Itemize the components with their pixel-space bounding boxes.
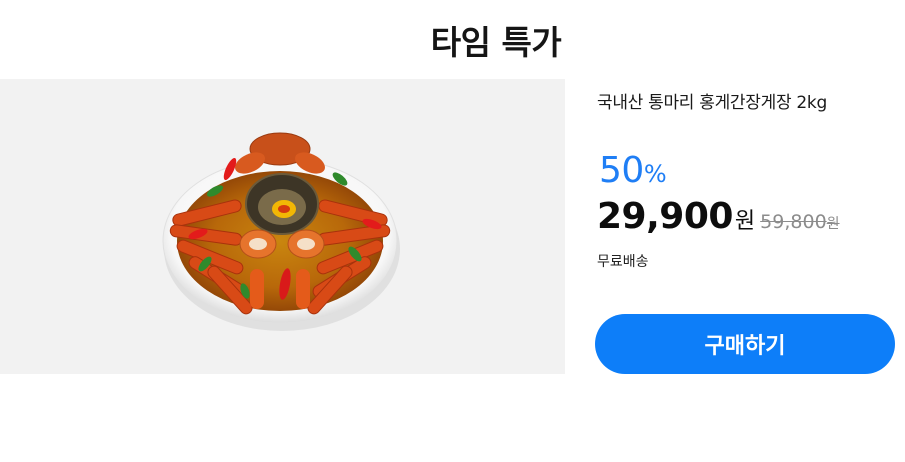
page-title: 타임 특가 — [430, 23, 562, 62]
discount-value: 50 — [599, 150, 644, 191]
sale-price: 29,900 — [597, 196, 733, 237]
shipping-label: 무료배송 — [597, 254, 649, 270]
discount-rate: 50% — [599, 150, 667, 191]
product-image[interactable] — [0, 79, 565, 374]
product-name[interactable]: 국내산 통마리 홍게간장게장 2kg — [597, 88, 827, 113]
original-price: 59,800 — [760, 211, 827, 233]
crab-dish-icon — [162, 132, 400, 331]
sale-price-unit: 원 — [734, 209, 756, 234]
discount-unit: % — [643, 160, 667, 188]
price-row: 29,900원 59,800원 — [597, 196, 840, 237]
buy-button[interactable]: 구매하기 — [595, 314, 895, 374]
original-price-unit: 원 — [826, 216, 840, 232]
